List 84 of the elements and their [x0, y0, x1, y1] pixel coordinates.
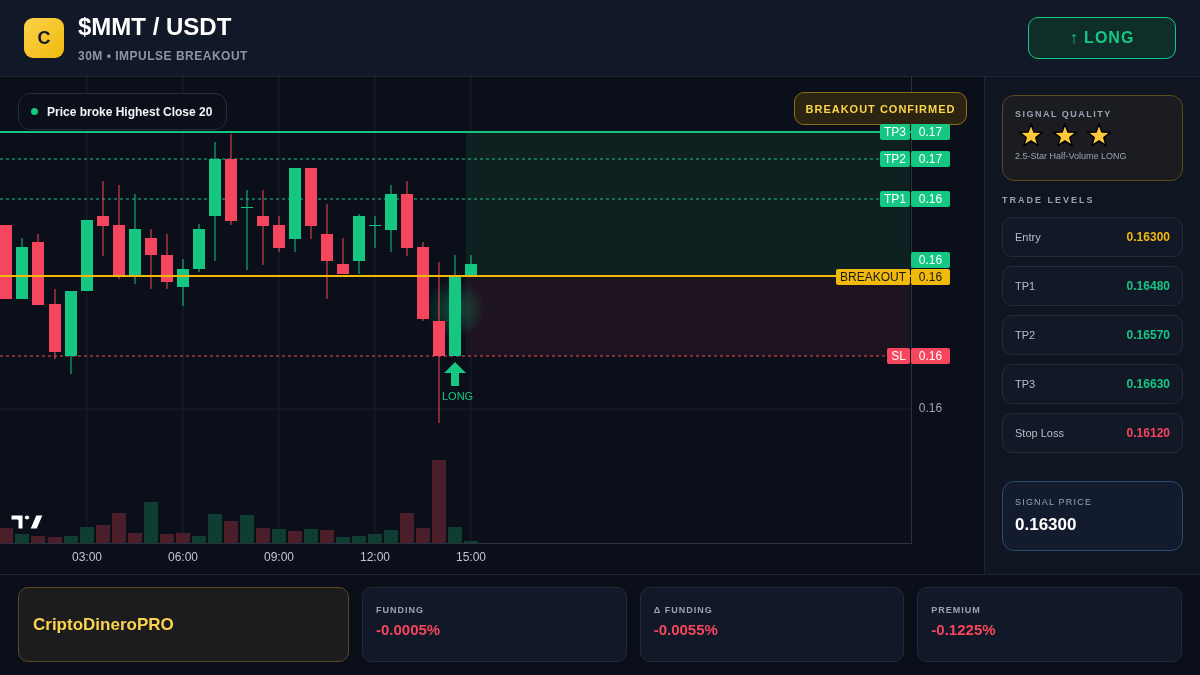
stat-value: -0.1225%: [931, 621, 997, 638]
level-value: 0.16630: [1126, 377, 1170, 391]
volume-bar: [352, 536, 366, 544]
price-axis-label: 0.16: [911, 348, 950, 364]
volume-bar: [144, 502, 158, 544]
time-axis-label: 06:00: [167, 550, 199, 564]
volume-bar: [0, 528, 13, 544]
volume-bar: [208, 514, 222, 544]
section-title: TRADE LEVELS: [1002, 195, 1096, 205]
volume-bar: [368, 534, 382, 544]
long-signal-button[interactable]: ↑ LONG: [1028, 17, 1176, 59]
level-label: TP1: [1015, 280, 1036, 292]
level-label: TP3: [1015, 378, 1036, 390]
level-label: Stop Loss: [1015, 427, 1064, 439]
volume-bar: [384, 530, 398, 544]
level-value: 0.16480: [1126, 279, 1170, 293]
volume-bar: [128, 533, 142, 544]
price-axis-label: 0.16: [911, 252, 950, 268]
up-arrow-icon: [443, 361, 467, 387]
price-line-label: TP2: [880, 151, 910, 167]
volume-bar: [416, 528, 430, 544]
volume-bar: [256, 528, 270, 544]
level-value: 0.16120: [1126, 426, 1170, 440]
price-axis-label: 0.17: [911, 124, 950, 140]
signal-price-value: 0.16300: [1015, 515, 1078, 535]
volume-bar: [176, 533, 190, 544]
signal-marker-label: LONG: [442, 390, 474, 402]
price-axis-label: 0.17: [911, 151, 950, 167]
volume-bar: [112, 513, 126, 544]
candle: [161, 233, 173, 290]
volume-bar: [320, 530, 334, 544]
status-badge: BREAKOUT CONFIRMED: [794, 92, 967, 125]
time-axis-label: 09:00: [263, 550, 295, 564]
stat-label: Δ FUNDING: [653, 605, 714, 615]
volume-bar: [64, 536, 78, 544]
stat-value: -0.0055%: [653, 621, 719, 638]
status-dot: [31, 108, 38, 115]
pair-subtitle: 30M • IMPULSE BREAKOUT: [78, 49, 249, 63]
candle: [385, 184, 397, 253]
candle: [145, 228, 157, 290]
volume-bar: [48, 537, 62, 544]
level-value: 0.16570: [1126, 328, 1170, 342]
chart-logo-icon: [10, 514, 44, 530]
level-label: TP2: [1015, 329, 1036, 341]
price-axis-label: 0.16: [911, 269, 950, 285]
app-logo: C: [24, 18, 64, 58]
stat-label: FUNDING: [376, 605, 425, 615]
volume-bar: [336, 537, 350, 544]
level-value: 0.16300: [1126, 230, 1170, 244]
volume-bar: [160, 534, 174, 544]
candle: [273, 215, 285, 253]
price-line-label: SL: [887, 348, 910, 364]
volume-bar: [464, 541, 478, 544]
volume-bar: [192, 536, 206, 544]
candle: [16, 237, 28, 300]
candle: [177, 258, 189, 307]
pair-title: $MMT / USDT: [78, 13, 233, 41]
time-axis-label: 15:00: [455, 550, 487, 564]
candle: [465, 254, 477, 277]
stat-label: PREMIUM: [931, 605, 982, 615]
price-line-label: TP1: [880, 191, 910, 207]
price-axis-label: 0.16: [917, 400, 944, 416]
brand-name: CriptoDineroPRO: [33, 614, 174, 635]
candle: [337, 237, 349, 275]
price-line-label: BREAKOUT: [836, 269, 910, 285]
volume-bar: [400, 513, 414, 544]
volume-bar: [15, 534, 29, 544]
card-title: SIGNAL PRICE: [1015, 497, 1094, 507]
price-axis-label: 0.16: [911, 191, 950, 207]
volume-bar: [240, 515, 254, 544]
level-label: Entry: [1015, 231, 1041, 243]
quality-caption: 2.5-Star Half-Volume LONG: [1015, 151, 1128, 161]
note-text: Price broke Highest Close 20: [47, 104, 213, 119]
candle: [49, 288, 61, 360]
card-title: SIGNAL QUALITY: [1015, 109, 1113, 119]
time-axis-label: 03:00: [71, 550, 103, 564]
candle: [193, 223, 205, 273]
price-line-label: TP3: [880, 124, 910, 140]
volume-bar: [31, 536, 45, 544]
stat-value: -0.0005%: [376, 621, 442, 638]
candle: [369, 215, 381, 249]
candle: [353, 213, 365, 275]
volume-bar: [224, 521, 238, 544]
time-axis-label: 12:00: [359, 550, 391, 564]
